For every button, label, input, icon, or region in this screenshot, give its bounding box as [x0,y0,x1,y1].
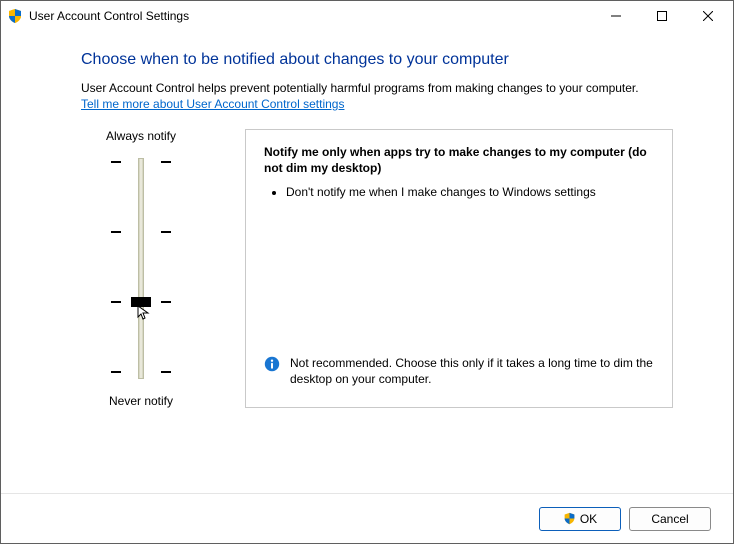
maximize-button[interactable] [639,2,685,30]
uac-shield-icon [563,512,576,525]
slider-bottom-label: Never notify [81,394,201,408]
ok-button-label: OK [580,512,597,526]
cancel-button[interactable]: Cancel [629,507,711,531]
notification-info-box: Notify me only when apps try to make cha… [245,129,673,408]
title-bar: User Account Control Settings [1,1,733,31]
page-description: User Account Control helps prevent poten… [81,81,673,95]
main-row: Always notify Never notify [81,129,673,408]
page-heading: Choose when to be notified about changes… [81,51,673,69]
minimize-button[interactable] [593,2,639,30]
uac-shield-icon [7,8,23,24]
info-recommendation: Not recommended. Choose this only if it … [264,355,654,393]
info-detail-list: Don't notify me when I make changes to W… [276,184,654,200]
content-area: Choose when to be notified about changes… [1,31,733,493]
slider-tick [81,161,201,163]
window-controls [593,2,731,30]
slider-tick [81,371,201,373]
uac-settings-window: User Account Control Settings Choose whe… [0,0,734,544]
button-bar: OK Cancel [1,493,733,543]
slider-rail [138,158,144,379]
info-title: Notify me only when apps try to make cha… [264,144,654,176]
info-detail-item: Don't notify me when I make changes to W… [286,184,654,200]
close-button[interactable] [685,2,731,30]
slider-column: Always notify Never notify [81,129,201,408]
slider-tick [81,231,201,233]
notification-level-slider[interactable] [81,151,201,386]
ok-button[interactable]: OK [539,507,621,531]
learn-more-link[interactable]: Tell me more about User Account Control … [81,97,344,111]
slider-top-label: Always notify [81,129,201,143]
info-icon [264,356,280,372]
window-title: User Account Control Settings [29,9,593,23]
cancel-button-label: Cancel [651,512,688,526]
slider-thumb[interactable] [131,297,151,307]
info-recommendation-text: Not recommended. Choose this only if it … [290,355,654,387]
